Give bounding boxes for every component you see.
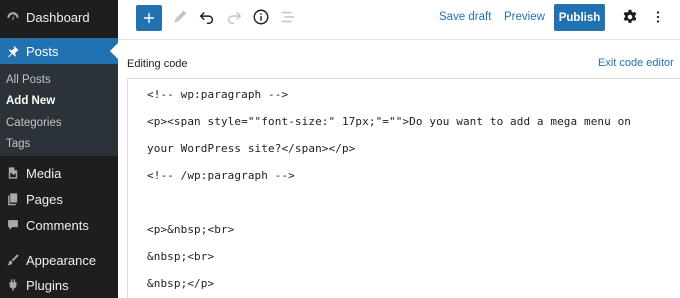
comments-icon xyxy=(6,218,20,232)
sidebar-item-pages[interactable]: Pages xyxy=(0,189,118,209)
options-button[interactable] xyxy=(649,8,667,26)
dashboard-icon xyxy=(6,10,20,24)
info-icon xyxy=(253,9,269,25)
pin-icon xyxy=(6,44,20,58)
sidebar-item-media[interactable]: Media xyxy=(0,163,118,183)
code-line: &nbsp;</p> xyxy=(147,277,215,290)
submenu-all-posts[interactable]: All Posts xyxy=(6,74,51,86)
exit-code-editor-button[interactable]: Exit code editor xyxy=(598,57,674,69)
tools-button[interactable] xyxy=(171,8,189,26)
sidebar-item-comments[interactable]: Comments xyxy=(0,215,118,235)
submenu-add-new[interactable]: Add New xyxy=(6,95,55,107)
editing-code-label: Editing code xyxy=(127,58,188,70)
list-view-button[interactable] xyxy=(279,8,297,26)
pages-icon xyxy=(6,192,20,206)
paintbrush-icon xyxy=(6,253,20,267)
code-line: <!-- /wp:paragraph --> xyxy=(147,169,295,182)
current-menu-arrow xyxy=(110,43,118,59)
posts-submenu: All Posts Add New Categories Tags xyxy=(0,64,118,156)
sidebar-item-label: Appearance xyxy=(26,252,97,268)
undo-icon xyxy=(199,11,214,25)
details-button[interactable] xyxy=(252,8,270,26)
sidebar-item-label: Comments xyxy=(26,217,89,233)
code-line: &nbsp;<br> xyxy=(147,250,215,263)
code-line: <p><span style=""font-size:" 17px;"="">D… xyxy=(147,115,632,128)
code-line: <p>&nbsp;<br> xyxy=(147,223,235,236)
undo-button[interactable] xyxy=(198,8,216,26)
code-editor-textarea[interactable]: <!-- wp:paragraph --> <p><span style=""f… xyxy=(127,78,680,298)
plus-icon xyxy=(144,13,154,23)
sidebar-item-appearance[interactable]: Appearance xyxy=(0,250,118,270)
preview-button[interactable]: Preview xyxy=(504,11,545,23)
plugin-icon xyxy=(6,278,20,292)
settings-button[interactable] xyxy=(621,8,639,26)
save-draft-button[interactable]: Save draft xyxy=(439,11,491,23)
code-line: your WordPress site?</span></p> xyxy=(147,142,356,155)
list-view-icon xyxy=(281,11,295,23)
sidebar-item-posts[interactable]: Posts xyxy=(0,38,118,64)
editor-toolbar: Save draft Preview Publish xyxy=(118,0,680,40)
sidebar-item-label: Dashboard xyxy=(26,9,90,25)
sidebar-item-label: Plugins xyxy=(26,277,69,293)
submenu-categories[interactable]: Categories xyxy=(6,117,62,129)
submenu-tags[interactable]: Tags xyxy=(6,138,30,150)
redo-button[interactable] xyxy=(225,8,243,26)
code-line: <!-- wp:paragraph --> xyxy=(147,88,289,101)
add-block-button[interactable] xyxy=(136,5,162,31)
media-icon xyxy=(6,166,20,180)
pencil-icon xyxy=(174,10,187,23)
sidebar-item-dashboard[interactable]: Dashboard xyxy=(0,7,118,27)
more-vertical-icon xyxy=(656,11,660,23)
redo-icon xyxy=(227,11,242,25)
publish-button[interactable]: Publish xyxy=(554,4,605,31)
sidebar-item-plugins[interactable]: Plugins xyxy=(0,275,118,295)
sidebar-item-label: Media xyxy=(26,165,62,181)
admin-sidebar: Dashboard Posts All Posts Add New Catego… xyxy=(0,0,118,298)
gear-icon xyxy=(623,9,637,23)
sidebar-item-label: Posts xyxy=(26,43,59,59)
sidebar-item-label: Pages xyxy=(26,191,63,207)
